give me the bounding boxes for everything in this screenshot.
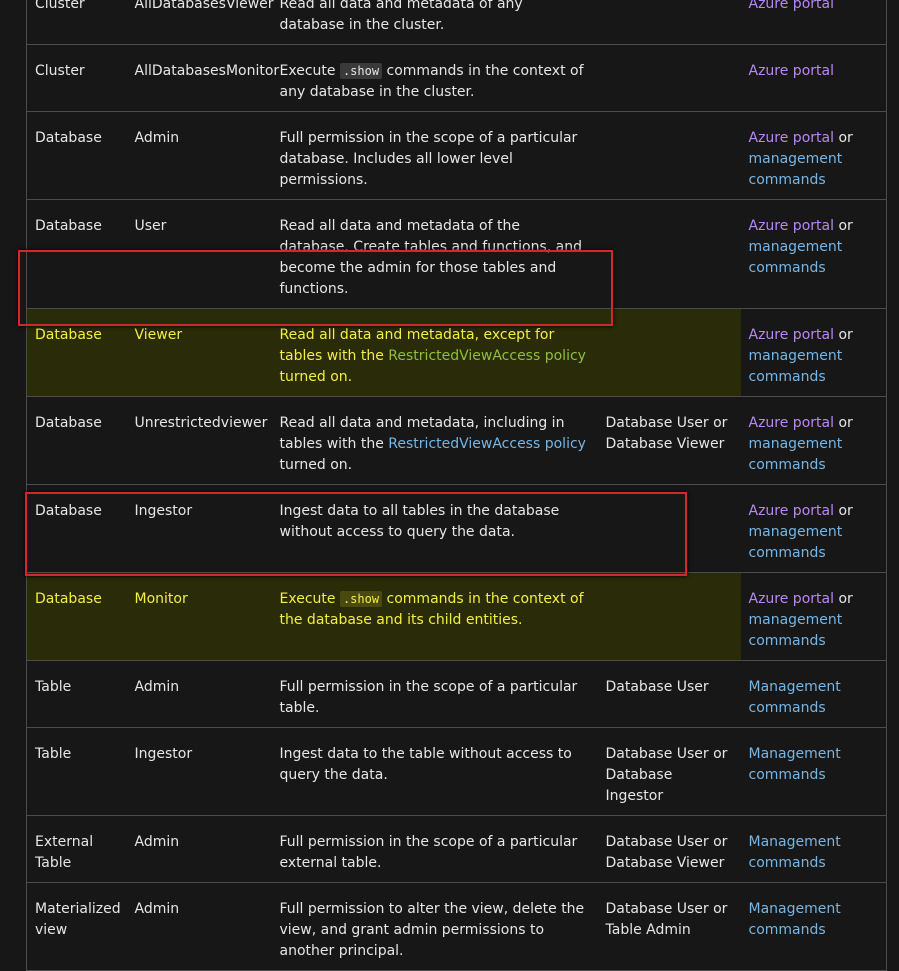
azure-portal-link[interactable]: Azure portal bbox=[749, 130, 834, 146]
restricted-view-access-policy-link[interactable]: RestrictedViewAccess policy bbox=[388, 436, 586, 452]
scope-cell: Materialized view bbox=[26, 882, 127, 971]
role-cell: Monitor bbox=[126, 572, 272, 661]
assign-cell bbox=[597, 199, 741, 309]
scope-cell: Database bbox=[26, 572, 127, 661]
scope-cell: Database bbox=[26, 396, 127, 485]
table-row: Database Ingestor Ingest data to all tab… bbox=[26, 484, 887, 573]
table-row: Table Ingestor Ingest data to the table … bbox=[26, 727, 887, 816]
how-cell: Management commands bbox=[740, 815, 887, 883]
management-commands-link[interactable]: Management commands bbox=[749, 679, 841, 716]
table-row-highlighted: Database Viewer Read all data and metada… bbox=[26, 308, 887, 397]
assign-cell: Database User or Database Viewer bbox=[597, 815, 741, 883]
table-row: Table Admin Full permission in the scope… bbox=[26, 660, 887, 728]
description-cell: Ingest data to all tables in the databas… bbox=[271, 484, 598, 573]
scope-cell: Cluster bbox=[26, 0, 127, 45]
assign-cell bbox=[597, 572, 741, 661]
how-cell: Azure portal or management commands bbox=[740, 111, 887, 200]
management-commands-link[interactable]: management commands bbox=[749, 524, 843, 561]
role-cell: Ingestor bbox=[126, 484, 272, 573]
how-cell: Management commands bbox=[740, 727, 887, 816]
how-cell: Management commands bbox=[740, 660, 887, 728]
role-cell: Admin bbox=[126, 660, 272, 728]
table-row: Cluster AllDatabasesMonitor Execute .sho… bbox=[26, 44, 887, 112]
scope-cell: External Table bbox=[26, 815, 127, 883]
scope-cell: Database bbox=[26, 111, 127, 200]
management-commands-link[interactable]: management commands bbox=[749, 612, 843, 649]
description-cell: Read all data and metadata, except for t… bbox=[271, 308, 598, 397]
role-cell: Admin bbox=[126, 111, 272, 200]
role-cell: Unrestrictedviewer bbox=[126, 396, 272, 485]
assign-cell bbox=[597, 484, 741, 573]
role-cell: Admin bbox=[126, 815, 272, 883]
description-cell: Full permission in the scope of a partic… bbox=[271, 660, 598, 728]
how-cell: Azure portal or management commands bbox=[740, 396, 887, 485]
description-cell: Ingest data to the table without access … bbox=[271, 727, 598, 816]
role-cell: AllDatabasesViewer bbox=[126, 0, 274, 45]
assign-cell bbox=[597, 111, 741, 200]
role-cell: AllDatabasesMonitor bbox=[126, 44, 279, 112]
management-commands-link[interactable]: Management commands bbox=[749, 834, 841, 871]
role-cell: Ingestor bbox=[126, 727, 272, 816]
azure-portal-link[interactable]: Azure portal bbox=[749, 591, 834, 607]
assign-cell: Database User or Table Admin bbox=[597, 882, 741, 971]
assign-cell: Database User or Database Viewer bbox=[597, 396, 741, 485]
management-commands-link[interactable]: management commands bbox=[749, 239, 843, 276]
how-cell: Azure portal bbox=[740, 0, 887, 45]
description-cell: Read all data and metadata of any databa… bbox=[271, 0, 598, 45]
how-cell: Azure portal or management commands bbox=[740, 199, 887, 309]
azure-portal-link[interactable]: Azure portal bbox=[749, 63, 834, 79]
table-row-highlighted: Database Monitor Execute .show commands … bbox=[26, 572, 887, 661]
table-row: Materialized view Admin Full permission … bbox=[26, 882, 887, 971]
azure-portal-link[interactable]: Azure portal bbox=[749, 327, 834, 343]
how-cell: Azure portal or management commands bbox=[740, 308, 887, 397]
description-cell: Full permission in the scope of a partic… bbox=[271, 111, 598, 200]
description-cell: Full permission to alter the view, delet… bbox=[271, 882, 598, 971]
azure-portal-link[interactable]: Azure portal bbox=[749, 218, 834, 234]
show-command-code: .show bbox=[339, 591, 383, 607]
show-command-code: .show bbox=[339, 63, 383, 79]
description-cell: Execute .show commands in the context of… bbox=[271, 572, 598, 661]
how-cell: Azure portal bbox=[740, 44, 887, 112]
scope-cell: Cluster bbox=[26, 44, 127, 112]
table-row: Database User Read all data and metadata… bbox=[26, 199, 887, 309]
how-cell: Management commands bbox=[740, 882, 887, 971]
assign-cell bbox=[597, 0, 741, 45]
description-cell: Full permission in the scope of a partic… bbox=[271, 815, 598, 883]
description-cell: Read all data and metadata of the databa… bbox=[271, 199, 598, 309]
role-cell: Admin bbox=[126, 882, 272, 971]
management-commands-link[interactable]: Management commands bbox=[749, 746, 841, 783]
management-commands-link[interactable]: Management commands bbox=[749, 901, 841, 938]
how-cell: Azure portal or management commands bbox=[740, 572, 887, 661]
table-row: Database Unrestrictedviewer Read all dat… bbox=[26, 396, 887, 485]
restricted-view-access-policy-link[interactable]: RestrictedViewAccess policy bbox=[388, 348, 586, 364]
scope-cell: Database bbox=[26, 199, 127, 309]
scope-cell: Table bbox=[26, 727, 127, 816]
table-row: Database Admin Full permission in the sc… bbox=[26, 111, 887, 200]
role-cell: User bbox=[126, 199, 272, 309]
roles-table: Cluster AllDatabasesViewer Read all data… bbox=[26, 0, 887, 971]
table-row: Cluster AllDatabasesViewer Read all data… bbox=[26, 0, 887, 45]
description-cell: Execute .show commands in the context of… bbox=[271, 44, 598, 112]
azure-portal-link[interactable]: Azure portal bbox=[749, 415, 834, 431]
azure-portal-link[interactable]: Azure portal bbox=[749, 503, 834, 519]
management-commands-link[interactable]: management commands bbox=[749, 436, 843, 473]
scope-cell: Database bbox=[26, 308, 127, 397]
assign-cell bbox=[597, 44, 741, 112]
assign-cell: Database User bbox=[597, 660, 741, 728]
table-row: External Table Admin Full permission in … bbox=[26, 815, 887, 883]
scope-cell: Database bbox=[26, 484, 127, 573]
how-cell: Azure portal or management commands bbox=[740, 484, 887, 573]
assign-cell bbox=[597, 308, 741, 397]
role-cell: Viewer bbox=[126, 308, 272, 397]
scope-cell: Table bbox=[26, 660, 127, 728]
description-cell: Read all data and metadata, including in… bbox=[271, 396, 598, 485]
assign-cell: Database User or Database Ingestor bbox=[597, 727, 741, 816]
management-commands-link[interactable]: management commands bbox=[749, 151, 843, 188]
azure-portal-link[interactable]: Azure portal bbox=[749, 0, 834, 12]
management-commands-link[interactable]: management commands bbox=[749, 348, 843, 385]
